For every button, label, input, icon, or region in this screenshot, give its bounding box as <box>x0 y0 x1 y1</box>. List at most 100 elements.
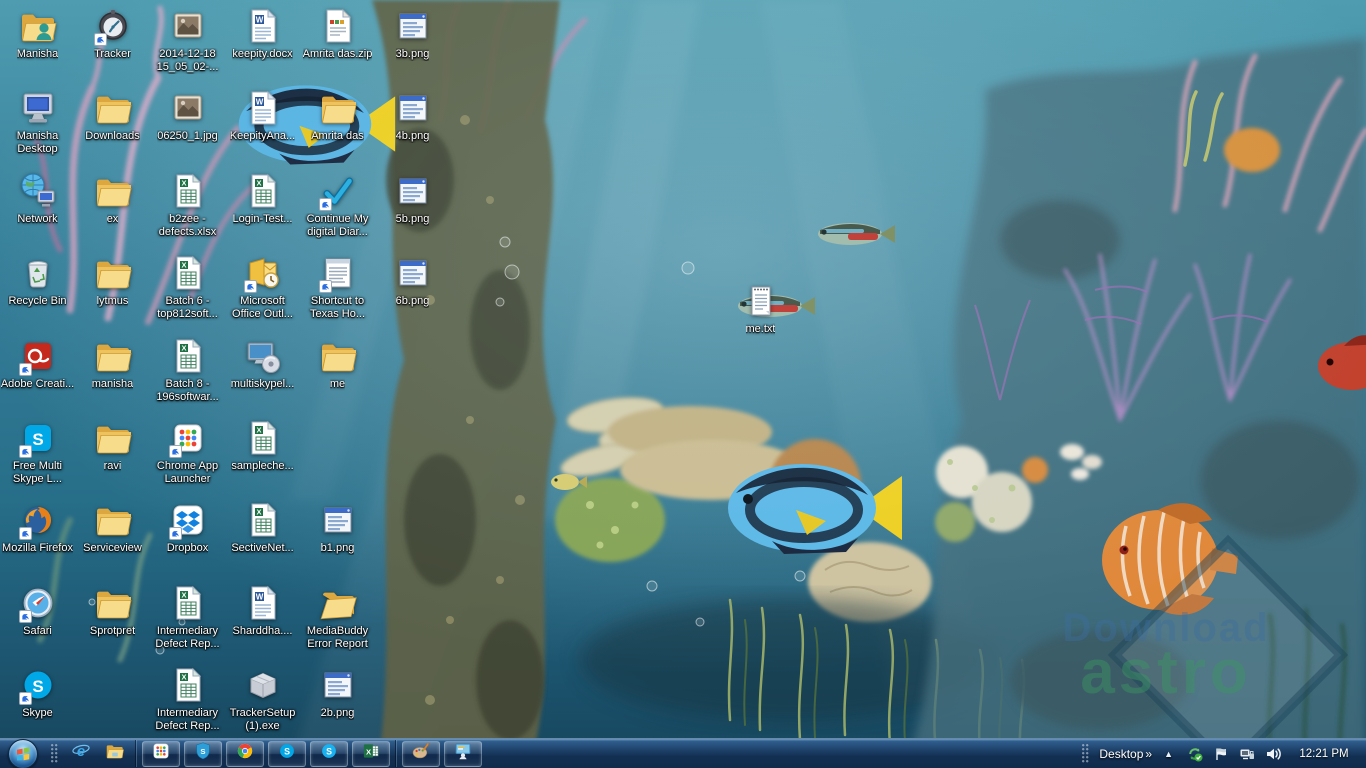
taskbar-button-shield-s-app[interactable]: S <box>184 741 222 767</box>
shortcut-arrow-icon <box>19 363 32 376</box>
png-icon <box>391 87 435 129</box>
tray-action-center-icon[interactable] <box>1212 745 1230 763</box>
desktop-icon-keepityana[interactable]: WKeepityAna... <box>225 87 300 143</box>
quicklaunch-internet-explorer[interactable]: e <box>68 742 94 766</box>
taskbar-clock[interactable]: 12:21 PM <box>1296 748 1352 760</box>
desktop-icon-recycle-bin[interactable]: Recycle Bin <box>0 252 75 308</box>
desktop-icon-mozilla-firefox[interactable]: Mozilla Firefox <box>0 499 75 555</box>
toolbar-drag-handle[interactable] <box>51 744 59 764</box>
desktop-icon-login-test[interactable]: XLogin-Test... <box>225 170 300 226</box>
desktop-icon-me-txt[interactable]: me.txt <box>723 280 798 336</box>
desktop-icon-2014-12-18-15-05-02[interactable]: 2014-12-18 15_05_02-... <box>150 5 225 74</box>
desktop-icon-sprotpret[interactable]: Sprotpret <box>75 582 150 638</box>
folder-icon <box>91 87 135 129</box>
tray-sync-status-icon[interactable] <box>1186 745 1204 763</box>
desktop-icon-4b-png[interactable]: 4b.png <box>375 87 450 143</box>
desktop-icon-manisha[interactable]: manisha <box>75 335 150 391</box>
skype-secondary-icon: S <box>318 740 340 767</box>
desktop-icon-label: ex <box>107 213 119 226</box>
desktop-icon-b2zee-defects-xlsx[interactable]: Xb2zee - defects.xlsx <box>150 170 225 239</box>
desktop-icon-manisha-desktop[interactable]: Manisha Desktop <box>0 87 75 156</box>
desktop-icon-manisha[interactable]: Manisha <box>0 5 75 61</box>
desktop-icon-ravi[interactable]: ravi <box>75 417 150 473</box>
desktop-icon-network[interactable]: Network <box>0 170 75 226</box>
desktop-icon-2b-png[interactable]: 2b.png <box>300 664 375 720</box>
shortcut-arrow-icon <box>319 198 332 211</box>
desktop-icon-amrita-das[interactable]: Amrita das <box>300 87 375 143</box>
desktop-icon-label: Manisha Desktop <box>1 130 75 156</box>
desktop-icon-3b-png[interactable]: 3b.png <box>375 5 450 61</box>
desktop-icon-serviceview[interactable]: Serviceview <box>75 499 150 555</box>
tray-drag-handle[interactable] <box>1082 744 1090 764</box>
show-hidden-icons-button[interactable]: ▲ <box>1164 749 1173 759</box>
shortcut-arrow-icon <box>169 527 182 540</box>
svg-text:X: X <box>366 747 372 756</box>
desktop-icon-06250-1-jpg[interactable]: 06250_1.jpg <box>150 87 225 143</box>
desktop-toolbar-label[interactable]: Desktop <box>1099 747 1143 761</box>
svg-text:W: W <box>255 592 263 601</box>
desktop-icon-5b-png[interactable]: 5b.png <box>375 170 450 226</box>
desktop-icon-chrome-app-launcher[interactable]: Chrome App Launcher <box>150 417 225 486</box>
desktop-icon-me[interactable]: me <box>300 335 375 391</box>
chrome-grid-icon <box>166 417 210 459</box>
desktop-icon-downloads[interactable]: Downloads <box>75 87 150 143</box>
desktop-icon-dropbox[interactable]: Dropbox <box>150 499 225 555</box>
desktop-icon-label: 3b.png <box>396 48 430 61</box>
taskbar-button-skype-secondary[interactable]: S <box>310 741 348 767</box>
excel-icon: X <box>360 740 382 767</box>
desktop-icon-tracker[interactable]: Tracker <box>75 5 150 61</box>
desktop-icon-label: Batch 8 - 196softwar... <box>151 378 225 404</box>
desktop-icon-sharddha[interactable]: WSharddha.... <box>225 582 300 638</box>
excel-icon: X <box>166 582 210 624</box>
desktop-icon-sampleche[interactable]: Xsampleche... <box>225 417 300 473</box>
desktop-icon-free-multi-skype-l[interactable]: SFree Multi Skype L... <box>0 417 75 486</box>
desktop-icon-label: Amrita das <box>311 130 364 143</box>
desktop-icon-intermediary-defect-rep[interactable]: XIntermediary Defect Rep... <box>150 664 225 733</box>
desktop-icon-label: keepity.docx <box>232 48 292 61</box>
desktop-icon-shortcut-to-texas-ho[interactable]: Shortcut to Texas Ho... <box>300 252 375 321</box>
desktop-icon-b1-png[interactable]: b1.png <box>300 499 375 555</box>
png-icon <box>391 170 435 212</box>
desktop[interactable]: Download astro ManishaTracker2014-12-18 … <box>0 0 1366 768</box>
desktop-icon-label: Safari <box>23 625 52 638</box>
desktop-icon-trackersetup-1-exe[interactable]: TrackerSetup (1).exe <box>225 664 300 733</box>
taskbar-button-chrome-app-launcher[interactable] <box>142 741 180 767</box>
desktop-icon-6b-png[interactable]: 6b.png <box>375 252 450 308</box>
desktop-icon-safari[interactable]: Safari <box>0 582 75 638</box>
desktop-toolbar-chevron[interactable]: » <box>1145 747 1152 761</box>
taskbar-button-google-chrome[interactable] <box>226 741 264 767</box>
desktop-icon-lytmus[interactable]: lytmus <box>75 252 150 308</box>
taskbar-button-personalization-window[interactable] <box>402 741 440 767</box>
quicklaunch-windows-explorer[interactable] <box>102 742 128 766</box>
desktop-icon-batch-8-196softwar[interactable]: XBatch 8 - 196softwar... <box>150 335 225 404</box>
desktop-icon-batch-6-top812soft[interactable]: XBatch 6 - top812soft... <box>150 252 225 321</box>
desktop-icon-sectivenet[interactable]: XSectiveNet... <box>225 499 300 555</box>
desktop-icon-label: 4b.png <box>396 130 430 143</box>
folder-icon <box>91 335 135 377</box>
desktop-icon-amrita-das-zip[interactable]: Amrita das.zip <box>300 5 375 61</box>
desktop-icon-keepity-docx[interactable]: Wkeepity.docx <box>225 5 300 61</box>
desktop-icon-adobe-creati[interactable]: Adobe Creati... <box>0 335 75 391</box>
desktop-icon-microsoft-office-outl[interactable]: Microsoft Office Outl... <box>225 252 300 321</box>
tray-volume-icon[interactable] <box>1264 745 1282 763</box>
desktop-icon-skype[interactable]: SSkype <box>0 664 75 720</box>
user-folder-icon <box>16 5 60 47</box>
desktop-icon-multiskypel[interactable]: multiskypel... <box>225 335 300 391</box>
taskbar-button-display-user-window[interactable] <box>444 741 482 767</box>
taskbar-button-excel[interactable]: X <box>352 741 390 767</box>
folder-open-icon <box>316 582 360 624</box>
svg-text:S: S <box>32 677 43 696</box>
desktop-icon-label: Recycle Bin <box>8 295 66 308</box>
start-button[interactable] <box>8 739 38 768</box>
desktop-icon-mediabuddy-error-report[interactable]: MediaBuddy Error Report <box>300 582 375 651</box>
desktop-icon-intermediary-defect-rep[interactable]: XIntermediary Defect Rep... <box>150 582 225 651</box>
desktop-icon-continue-my-digital-diar[interactable]: Continue My digital Diar... <box>300 170 375 239</box>
taskbar-button-skype[interactable]: S <box>268 741 306 767</box>
shortcut-arrow-icon <box>169 445 182 458</box>
desktop-icon-label: Chrome App Launcher <box>151 460 225 486</box>
desktop-icon-ex[interactable]: ex <box>75 170 150 226</box>
outlook-icon <box>241 252 285 294</box>
tray-network-status-icon[interactable] <box>1238 745 1256 763</box>
taskbar: eSSSX Desktop»▲12:21 PM <box>0 738 1366 768</box>
desktop-icon-label: Adobe Creati... <box>1 378 74 391</box>
